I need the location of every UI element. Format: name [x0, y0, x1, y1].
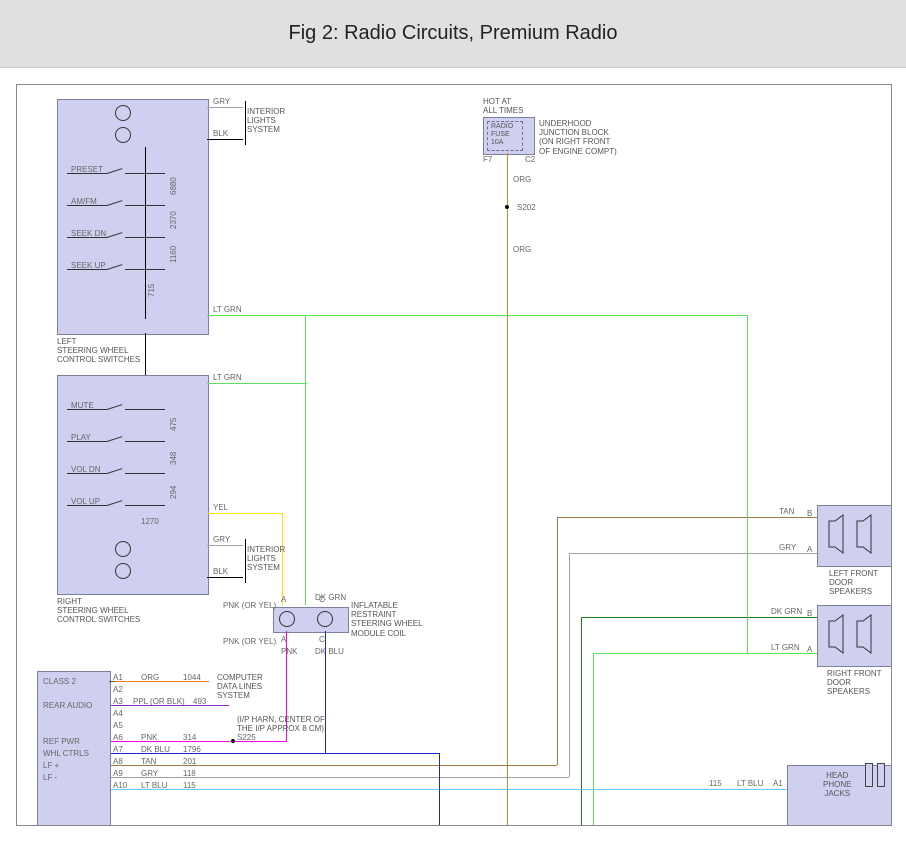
conn-class2: CLASS 2	[43, 677, 76, 686]
wire-BLK-2: BLK	[213, 567, 228, 576]
wire-pnk-bot: PNK	[281, 647, 297, 656]
res-475: 475	[169, 418, 178, 431]
row-A3-c: PPL (OR BLK)	[133, 697, 185, 706]
label-interior-lights-2: INTERIORLIGHTSSYSTEM	[247, 545, 285, 573]
pin-A2: A2	[113, 685, 123, 694]
wiring-diagram: LEFTSTEERING WHEELCONTROL SWITCHES GRY B…	[16, 84, 892, 826]
spk-pin-A: A	[807, 545, 812, 554]
pin-A1: A1	[113, 673, 123, 682]
pin-A6: A6	[113, 733, 123, 742]
coil-icon	[279, 611, 295, 627]
pin-A9: A9	[113, 769, 123, 778]
pin-C2j: C2	[525, 155, 535, 164]
row-A1-c: ORG	[141, 673, 159, 682]
res-1270: 1270	[141, 517, 159, 526]
label-hotat: HOT ATALL TIMES	[483, 97, 523, 115]
wire-LTGRN-1: LT GRN	[213, 305, 242, 314]
res-1160: 1160	[169, 246, 178, 263]
conn-rearaudio: REAR AUDIO	[43, 701, 92, 710]
speaker-icon	[825, 513, 883, 555]
row-A8-c: TAN	[141, 757, 156, 766]
res-6880: 6880	[169, 177, 178, 195]
splice-s202	[505, 205, 509, 209]
lamp-icon	[115, 563, 131, 579]
lamp-icon	[115, 127, 131, 143]
diagram-wrapper: LEFTSTEERING WHEELCONTROL SWITCHES GRY B…	[0, 68, 906, 842]
hp-wire-n: 115	[709, 779, 722, 788]
spk-pin-A2: A	[807, 645, 812, 654]
res-294: 294	[169, 486, 178, 499]
page-title: Fig 2: Radio Circuits, Premium Radio	[0, 0, 906, 68]
row-A1-n: 1044	[183, 673, 201, 682]
row-A9-c: GRY	[141, 769, 158, 778]
row-A8-n: 201	[183, 757, 196, 766]
wire-TAN-r: TAN	[779, 507, 794, 516]
conn-lfp: LF +	[43, 761, 59, 770]
row-A7-n: 1796	[183, 745, 201, 754]
lamp-icon	[115, 105, 131, 121]
coil-icon	[317, 611, 333, 627]
label-rf-speakers: RIGHT FRONTDOOR SPEAKERS	[827, 669, 891, 697]
wire-pnkyel-bot: PNK (OR YEL)	[223, 637, 276, 646]
splice-S225: S225	[237, 733, 256, 742]
headphone-jack-icon	[865, 763, 873, 787]
block-left-steering	[57, 99, 209, 335]
wire-GRY: GRY	[213, 97, 230, 106]
wire-YEL: YEL	[213, 503, 228, 512]
conn-refpwr: REF PWR	[43, 737, 80, 746]
row-A10-n: 115	[183, 781, 196, 790]
row-A9-n: 118	[183, 769, 196, 778]
row-A7-c: DK BLU	[141, 745, 170, 754]
label-interior-lights: INTERIORLIGHTSSYSTEM	[247, 107, 285, 135]
pin-A3: A3	[113, 697, 123, 706]
res-348: 348	[169, 452, 178, 465]
label-compdata: COMPUTERDATA LINESSYSTEM	[217, 673, 263, 701]
label-lf-speakers: LEFT FRONTDOOR SPEAKERS	[829, 569, 891, 597]
wire-dkgrn-top: DK GRN	[315, 593, 346, 602]
label-coil: INFLATABLERESTRAINTSTEERING WHEELMODULE …	[351, 601, 423, 638]
wire-GRY-r: GRY	[779, 543, 796, 552]
headphone-jack-icon	[877, 763, 885, 787]
row-A3-n: 493	[193, 697, 206, 706]
pin-A7: A7	[113, 745, 123, 754]
pin-A10: A10	[113, 781, 127, 790]
lamp-icon	[115, 541, 131, 557]
res-715: 715	[147, 284, 156, 297]
pin-A8: A8	[113, 757, 123, 766]
res-2370: 2370	[169, 211, 178, 229]
wire-dkblu-bot: DK BLU	[315, 647, 344, 656]
row-A10-c: LT BLU	[141, 781, 167, 790]
conn-lfm: LF -	[43, 773, 57, 782]
pin-A5: A5	[113, 721, 123, 730]
wire-DKGRN-r: DK GRN	[771, 607, 802, 616]
wire-LTGRN-2: LT GRN	[213, 373, 242, 382]
label-iph: (I/P HARN, CENTER OFTHE I/P APPROX 8 CM)	[237, 715, 325, 733]
wire-BLK: BLK	[213, 129, 228, 138]
wire-ORG-2: ORG	[513, 245, 531, 254]
label-radio-fuse: RADIOFUSE10A	[491, 123, 513, 147]
spk-pin-B2: B	[807, 609, 812, 618]
row-A6-n: 314	[183, 733, 196, 742]
wire-ORG-1: ORG	[513, 175, 531, 184]
label-left-steering: LEFTSTEERING WHEELCONTROL SWITCHES	[57, 337, 140, 365]
pin-F7: F7	[483, 155, 492, 164]
row-A6-c: PNK	[141, 733, 157, 742]
label-headphone: HEADPHONEJACKS	[823, 771, 851, 799]
wire-GRY-2: GRY	[213, 535, 230, 544]
hp-wire-c: LT BLU	[737, 779, 763, 788]
hp-wire-p: A1	[773, 779, 783, 788]
conn-whlctrls: WHL CTRLS	[43, 749, 89, 758]
speaker-icon	[825, 613, 883, 655]
pin-A4: A4	[113, 709, 123, 718]
label-right-steering: RIGHTSTEERING WHEELCONTROL SWITCHES	[57, 597, 140, 625]
pin-A: A	[281, 595, 286, 604]
wire-LTGRN-r: LT GRN	[771, 643, 800, 652]
splice-dot-s225	[231, 739, 235, 743]
spk-pin-B: B	[807, 509, 812, 518]
wire-pnkyel-top: PNK (OR YEL)	[223, 601, 276, 610]
pin-C2: C	[319, 635, 325, 644]
splice-S202: S202	[517, 203, 536, 212]
label-underhood: UNDERHOODJUNCTION BLOCK(ON RIGHT FRONTOF…	[539, 119, 617, 156]
